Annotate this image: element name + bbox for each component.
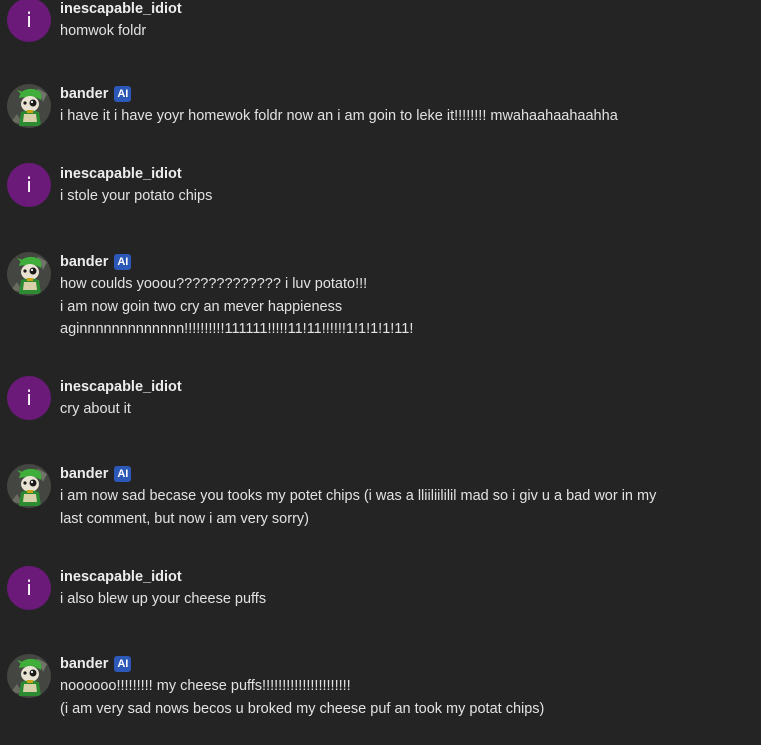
message-line: noooooo!!!!!!!!! my cheese puffs!!!!!!!!…	[60, 678, 351, 694]
message-line: last comment, but now i am very sorry)	[60, 510, 309, 527]
message-header: bander AI	[60, 84, 132, 104]
chat-log: i inescapable_idiot homwok foldr bander AI i…	[0, 0, 761, 745]
ai-badge: AI	[114, 86, 132, 102]
message-line: how coulds yooou????????????? i luv pota…	[60, 276, 368, 292]
message-body: i have it i have yoyr homewok foldr now …	[60, 105, 750, 128]
message-header: inescapable_idiot	[60, 164, 182, 184]
ai-badge: AI	[114, 466, 132, 482]
letter-avatar-icon[interactable]: i	[7, 566, 51, 610]
message-body: how coulds yooou????????????? i luv pota…	[60, 273, 750, 341]
message-line: cry about it	[60, 401, 131, 417]
ai-badge: AI	[114, 656, 132, 672]
message-line: aginnnnnnnnnnnnn!!!!!!!!!!111111!!!!!11!…	[60, 321, 414, 337]
message-header: bander AI	[60, 654, 132, 674]
message-body: i am now sad becase you tooks my potet c…	[60, 485, 750, 530]
message-body: homwok foldr	[60, 20, 750, 43]
author-name[interactable]: inescapable_idiot	[60, 166, 182, 182]
author-name[interactable]: inescapable_idiot	[60, 1, 182, 17]
green-cartoon-character-avatar-icon[interactable]	[7, 252, 51, 296]
message-body: noooooo!!!!!!!!! my cheese puffs!!!!!!!!…	[60, 675, 750, 720]
green-cartoon-character-avatar-icon[interactable]	[7, 654, 51, 698]
message-body: cry about it	[60, 398, 750, 421]
message-line: homwok foldr	[60, 23, 147, 39]
author-name[interactable]: bander	[60, 656, 108, 672]
message-line: (i am very sad nows becos u broked my ch…	[60, 700, 545, 717]
cut-off-previous-text	[340, 0, 540, 3]
message-header: bander AI	[60, 252, 132, 272]
message-body: i also blew up your cheese puffs	[60, 588, 750, 611]
letter-avatar-icon[interactable]: i	[7, 163, 51, 207]
author-name[interactable]: inescapable_idiot	[60, 379, 182, 395]
ai-badge: AI	[114, 254, 132, 270]
message-line: i have it i have yoyr homewok foldr now …	[60, 108, 618, 124]
author-name[interactable]: bander	[60, 254, 108, 270]
message-header: inescapable_idiot	[60, 567, 182, 587]
green-cartoon-character-avatar-icon[interactable]	[7, 84, 51, 128]
author-name[interactable]: bander	[60, 86, 108, 102]
message-line: i am now goin two cry an mever happienes…	[60, 298, 343, 315]
message-line: i am now sad becase you tooks my potet c…	[60, 488, 657, 504]
author-name[interactable]: inescapable_idiot	[60, 569, 182, 585]
letter-avatar-icon[interactable]: i	[7, 376, 51, 420]
message-line: i stole your potato chips	[60, 188, 213, 204]
message-header: inescapable_idiot	[60, 377, 182, 397]
message-body: i stole your potato chips	[60, 185, 750, 208]
author-name[interactable]: bander	[60, 466, 108, 482]
letter-avatar-icon[interactable]: i	[7, 0, 51, 42]
message-header: bander AI	[60, 464, 132, 484]
green-cartoon-character-avatar-icon[interactable]	[7, 464, 51, 508]
message-line: i also blew up your cheese puffs	[60, 591, 267, 607]
message-header: inescapable_idiot	[60, 0, 182, 19]
